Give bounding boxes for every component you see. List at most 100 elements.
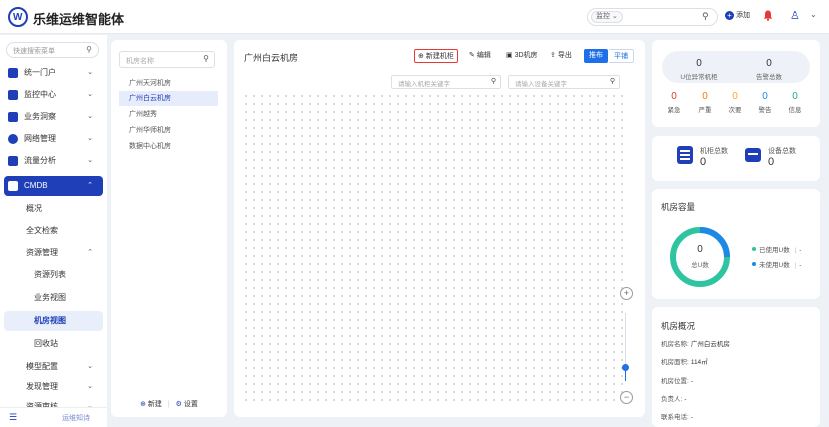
room-canvas[interactable] [242, 92, 626, 406]
capacity-center-label: 总U数 [691, 262, 709, 269]
overview-value: - [690, 378, 693, 385]
room-list-item[interactable]: 广州华师机房 [119, 123, 218, 138]
sidebar-item-label: CMDB [24, 181, 48, 190]
user-icon[interactable]: ♙ [790, 9, 800, 22]
room-search-input[interactable]: 机房名称 ⚲ [119, 51, 215, 68]
device-search-input[interactable]: 请输入设备关键字 ⚲ [508, 75, 620, 89]
sidebar-item-portal[interactable]: 统一门户 ⌄ [4, 63, 103, 83]
stat-value: 0 [766, 58, 772, 69]
chevron-down-icon: ⌄ [611, 13, 618, 20]
sidebar-sub-label: 资源管理 [26, 248, 58, 257]
room-3d-button[interactable]: ▣ 3D机房 [506, 49, 538, 63]
divider: | [167, 401, 170, 408]
sidebar-sub-model-config[interactable]: 模型配置 ⌄ [4, 357, 103, 377]
device-icon [745, 148, 761, 162]
u-abnormal-stat[interactable]: 0 U位异常机柜 [667, 54, 731, 84]
new-cabinet-button[interactable]: ⊕ 新建机柜 [414, 49, 458, 63]
severity-major[interactable]: 0 严重 [690, 91, 720, 114]
severity-critical[interactable]: 0 紧急 [659, 91, 689, 114]
room-list-item[interactable]: 广州越秀 [119, 107, 218, 122]
cabinet-icon-bar [680, 150, 690, 152]
new-room-button[interactable]: ⊕ 新建 [140, 401, 162, 408]
search-scope-select[interactable]: 监控 ⌄ [591, 11, 623, 23]
layout-toggle-label: 推布 [589, 52, 603, 59]
sidebar-item-label: 监控中心 [24, 90, 56, 99]
export-button[interactable]: ⇪ 导出 [550, 49, 572, 63]
traffic-icon [8, 156, 18, 166]
device-total-value: 0 [768, 156, 775, 168]
overview-row-location: 机房位置: - [661, 375, 693, 385]
sidebar-sub-recycle-bin[interactable]: 回收站 [4, 334, 103, 354]
alarm-total-stat[interactable]: 0 告警总数 [737, 54, 801, 84]
user-menu-chevron-icon[interactable]: ⌄ [810, 10, 817, 19]
severity-minor[interactable]: 0 次要 [720, 91, 750, 114]
room-list-item[interactable]: 数据中心机房 [119, 139, 218, 154]
stat-value: 0 [696, 58, 702, 69]
chevron-down-icon: ⌄ [87, 363, 93, 370]
add-circle-icon: ⊕ [140, 401, 146, 408]
sidebar-item-traffic[interactable]: 流量分析 ⌄ [4, 151, 103, 171]
zoom-slider-handle[interactable] [622, 364, 629, 371]
menu-collapse-icon[interactable]: ☰ [9, 412, 17, 423]
sidebar-item-label: 流量分析 [24, 156, 56, 165]
sidebar-sub-room-view[interactable]: 机房视图 [4, 311, 103, 331]
severity-label: 严重 [698, 107, 712, 114]
edit-button[interactable]: ✎ 编辑 [469, 49, 491, 63]
menu-search-input[interactable]: 快速搜索菜单 ⚲ [6, 42, 99, 58]
overview-value: 114㎡ [690, 359, 708, 366]
capacity-panel: 机房容量 0 总U数 已使用U数 | - 未使用U数 | - [652, 189, 820, 299]
add-circle-icon: ⊕ [418, 53, 424, 60]
sidebar-item-business[interactable]: 业务洞察 ⌄ [4, 107, 103, 127]
cabinet-search-placeholder: 请输入机柜关键字 [398, 81, 450, 88]
sidebar-sub-label: 回收站 [34, 339, 58, 348]
home-icon [8, 68, 18, 78]
legend-sep: | [794, 262, 797, 269]
overview-label: 机房面积: [661, 359, 689, 366]
room-list-item[interactable]: 广州白云机房 [119, 91, 218, 106]
sidebar-sub-discovery[interactable]: 发现管理 ⌄ [4, 377, 103, 397]
sidebar-item-cmdb[interactable]: CMDB ⌃ [4, 176, 103, 196]
menu-search-placeholder: 快速搜索菜单 [13, 48, 55, 55]
logo-icon[interactable]: W [8, 7, 28, 27]
sidebar-footer: ☰ 运维知诗 [0, 407, 107, 427]
gear-icon: ⚙ [175, 401, 182, 408]
severity-info[interactable]: 0 信息 [780, 91, 810, 114]
zoom-in-button[interactable]: + [620, 287, 633, 300]
sidebar-sub-label: 全文检索 [26, 226, 58, 235]
room-list-item-label: 广州天河机房 [129, 80, 171, 87]
capacity-donut [670, 227, 730, 287]
sidebar-sub-resource-list[interactable]: 资源列表 [4, 265, 103, 285]
sidebar-item-network[interactable]: 网络管理 ⌄ [4, 129, 103, 149]
severity-warning[interactable]: 0 警告 [750, 91, 780, 114]
severity-label: 紧急 [667, 107, 681, 114]
sidebar-item-monitor[interactable]: 监控中心 ⌄ [4, 85, 103, 105]
sidebar-sub-fulltext[interactable]: 全文检索 [4, 221, 103, 241]
search-icon: ⚲ [609, 78, 615, 85]
sidebar-item-label: 业务洞察 [24, 112, 56, 121]
edit-icon: ✎ [469, 52, 475, 59]
bell-icon[interactable] [763, 10, 773, 21]
layout-toggle-tile[interactable]: 平铺 [609, 49, 634, 63]
severity-label: 次要 [728, 107, 742, 114]
export-label: 导出 [557, 52, 572, 59]
global-search-input[interactable]: 监控 ⌄ ⚲ [587, 8, 718, 26]
add-icon: + [725, 11, 734, 20]
legend-sep: | [794, 247, 797, 254]
sidebar-sub-overview[interactable]: 概况 [4, 199, 103, 219]
room-list-item[interactable]: 广州天河机房 [119, 76, 218, 91]
sidebar-sub-resource-mgmt[interactable]: 资源管理 ⌃ [4, 243, 103, 263]
stat-label: 告警总数 [756, 74, 782, 81]
room-settings-button[interactable]: ⚙ 设置 [176, 401, 198, 408]
severity-label: 信息 [788, 107, 802, 114]
sidebar-item-label: 统一门户 [24, 68, 56, 77]
room-search-placeholder: 机房名称 [126, 58, 154, 65]
cabinet-search-input[interactable]: 请输入机柜关键字 ⚲ [391, 75, 501, 89]
add-button[interactable]: + 添加 [725, 10, 750, 20]
search-icon[interactable]: ⚲ [702, 11, 709, 22]
capacity-title: 机房容量 [661, 202, 696, 212]
sidebar-sub-business-view[interactable]: 业务视图 [4, 288, 103, 308]
zoom-out-button[interactable]: − [620, 391, 633, 404]
layout-toggle-grid[interactable]: 推布 [584, 49, 608, 63]
add-label: 添加 [736, 12, 750, 19]
sidebar-sub-label: 机房视图 [34, 316, 66, 325]
